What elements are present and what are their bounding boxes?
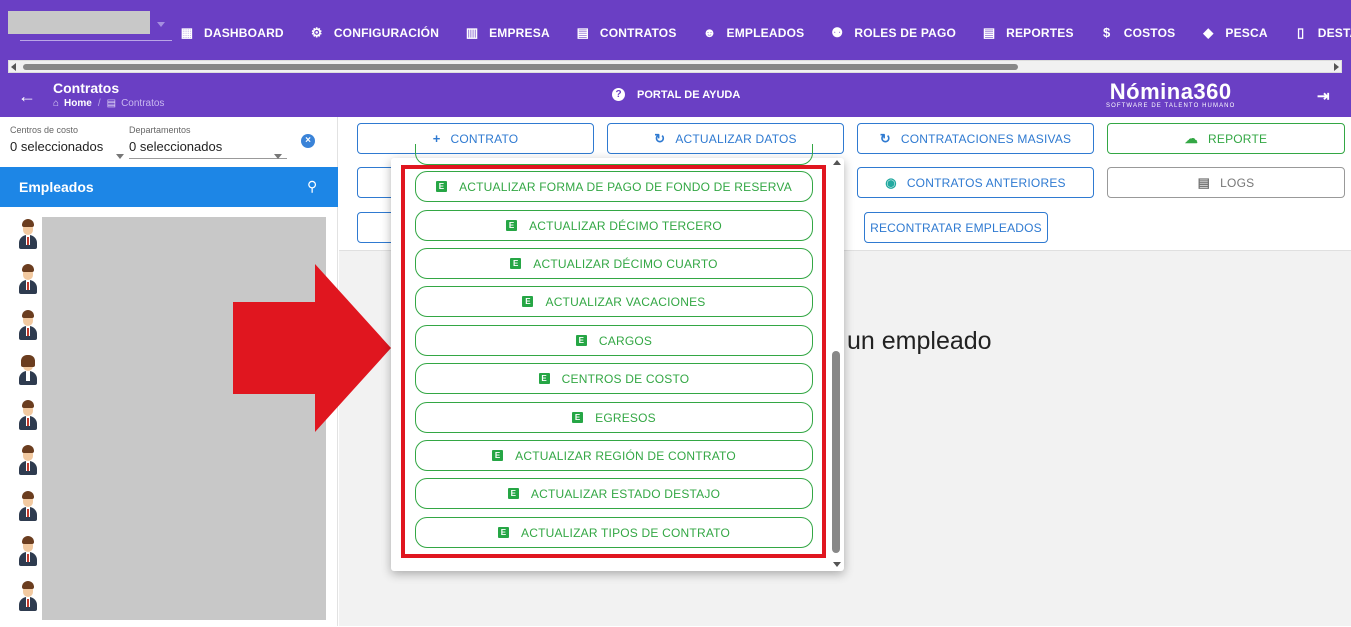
scroll-up-icon[interactable] (833, 160, 841, 165)
avatar[interactable] (15, 400, 41, 432)
avatar[interactable] (15, 445, 41, 477)
nav-item-empresa[interactable]: ▥ EMPRESA (465, 22, 550, 44)
chevron-down-icon[interactable] (116, 154, 124, 159)
back-arrow-icon[interactable]: ← (18, 86, 36, 107)
dropdown-scrollbar[interactable] (831, 158, 843, 571)
nav-item-roles-de-pago[interactable]: ⚉ ROLES DE PAGO (830, 22, 956, 44)
logo: Nómina360 SOFTWARE DE TALENTO HUMANO (1106, 79, 1235, 109)
rehire-employees-button[interactable]: RECONTRATAR EMPLEADOS (864, 212, 1048, 243)
nav-item-contratos[interactable]: ▤ CONTRATOS (576, 22, 677, 44)
avatar[interactable] (15, 536, 41, 568)
home-icon: ⌂ (53, 98, 60, 109)
avatar[interactable] (15, 219, 41, 251)
empty-state-text: un empleado (847, 327, 992, 355)
nav-horizontal-scrollbar[interactable] (8, 60, 1342, 73)
filter-label: Departamentos (129, 125, 191, 135)
nav-item-configuracion[interactable]: ⚙ CONFIGURACIÓN (310, 22, 439, 44)
clear-filters-icon[interactable]: × (301, 134, 315, 148)
help-portal-label: PORTAL DE AYUDA (637, 88, 741, 101)
chevron-down-icon[interactable] (157, 22, 165, 27)
nav-item-pesca[interactable]: ◆ PESCA (1201, 22, 1267, 44)
scrollbar-thumb[interactable] (832, 351, 840, 553)
previous-contracts-button[interactable]: ◉ CONTRATOS ANTERIORES (857, 167, 1094, 198)
list-icon: ▤ (1197, 174, 1211, 190)
nav-item-destajo[interactable]: ▯DESTAJO (1294, 22, 1351, 44)
cloud-download-icon: ☁ (1184, 130, 1198, 146)
logo-tagline: SOFTWARE DE TALENTO HUMANO (1106, 103, 1236, 109)
avatar[interactable] (15, 309, 41, 342)
people-icon: ⚉ (831, 25, 844, 40)
breadcrumb-separator: / (97, 98, 101, 109)
filter-centros-de-costo[interactable]: Centros de costo 0 seleccionados (10, 125, 124, 159)
logo-text: Nómina360 (1109, 79, 1232, 104)
document-icon: ▯ (1297, 25, 1305, 40)
help-portal-link[interactable]: ? PORTAL DE AYUDA (612, 88, 740, 101)
page-title: Contratos (53, 80, 120, 96)
nav-item-costos[interactable]: $ COSTOS (1100, 22, 1176, 44)
avatar[interactable] (15, 264, 41, 296)
filter-underline (129, 158, 287, 159)
avatar[interactable] (15, 354, 41, 387)
face-icon: ☻ (702, 25, 717, 40)
breadcrumb: ⌂ Home / ▤ Contratos (53, 98, 164, 109)
clipboard-icon: ▤ (576, 25, 590, 40)
breadcrumb-current: Contratos (121, 98, 165, 109)
company-select[interactable] (8, 11, 150, 34)
chevron-down-icon[interactable] (274, 154, 282, 159)
employee-list (15, 219, 41, 627)
filter-label: Centros de costo (10, 125, 79, 135)
highlight-box (401, 165, 826, 558)
nav-menu: ▦ DASHBOARD ⚙ CONFIGURACIÓN ▥ EMPRESA ▤ CONT… (180, 22, 1351, 44)
search-icon[interactable]: ⚲ (307, 178, 317, 195)
top-navbar: ▦ DASHBOARD ⚙ CONFIGURACIÓN ▥ EMPRESA ▤ CONT… (0, 0, 1351, 76)
employees-title: Empleados (19, 179, 94, 195)
avatar[interactable] (15, 490, 41, 523)
fish-icon: ◆ (1203, 25, 1214, 40)
company-select-underline (20, 40, 172, 41)
nav-item-empleados[interactable]: ☻ EMPLEADOS (703, 22, 805, 44)
avatar[interactable] (15, 581, 41, 613)
scroll-left-icon[interactable] (11, 63, 16, 71)
refresh-icon: ↻ (879, 130, 891, 146)
filter-departamentos[interactable]: Departamentos 0 seleccionados (129, 125, 287, 159)
report-button[interactable]: ☁ REPORTE (1107, 123, 1345, 154)
bulk-hiring-button[interactable]: ↻ CONTRATACIONES MASIVAS (857, 123, 1094, 154)
page-header: ← Contratos ⌂ Home / ▤ Contratos ? PORTA… (0, 76, 1351, 117)
building-icon: ▥ (465, 25, 479, 40)
dashboard-icon: ▦ (180, 25, 194, 40)
scroll-down-icon[interactable] (833, 562, 841, 567)
nav-item-reportes[interactable]: ▤ REPORTES (982, 22, 1074, 44)
scroll-right-icon[interactable] (1334, 63, 1339, 71)
logout-icon[interactable]: ⇥ (1317, 87, 1330, 105)
arrow-icon (233, 264, 391, 432)
clipboard-icon: ▤ (982, 25, 996, 40)
logs-button[interactable]: ▤ LOGS (1107, 167, 1345, 198)
help-icon: ? (612, 88, 625, 101)
nav-item-dashboard[interactable]: ▦ DASHBOARD (180, 22, 284, 44)
scrollbar-thumb[interactable] (23, 64, 1018, 70)
clipboard-icon: ▤ (106, 98, 117, 109)
eye-icon: ◉ (885, 174, 897, 190)
employees-header: Empleados ⚲ (0, 167, 338, 207)
dropdown-item-partial[interactable] (415, 144, 813, 165)
breadcrumb-home[interactable]: Home (64, 98, 92, 109)
invoice-icon: $ (1102, 25, 1111, 40)
gear-icon: ⚙ (310, 25, 323, 40)
filter-value: 0 seleccionados (10, 139, 104, 154)
filter-value: 0 seleccionados (129, 139, 223, 154)
